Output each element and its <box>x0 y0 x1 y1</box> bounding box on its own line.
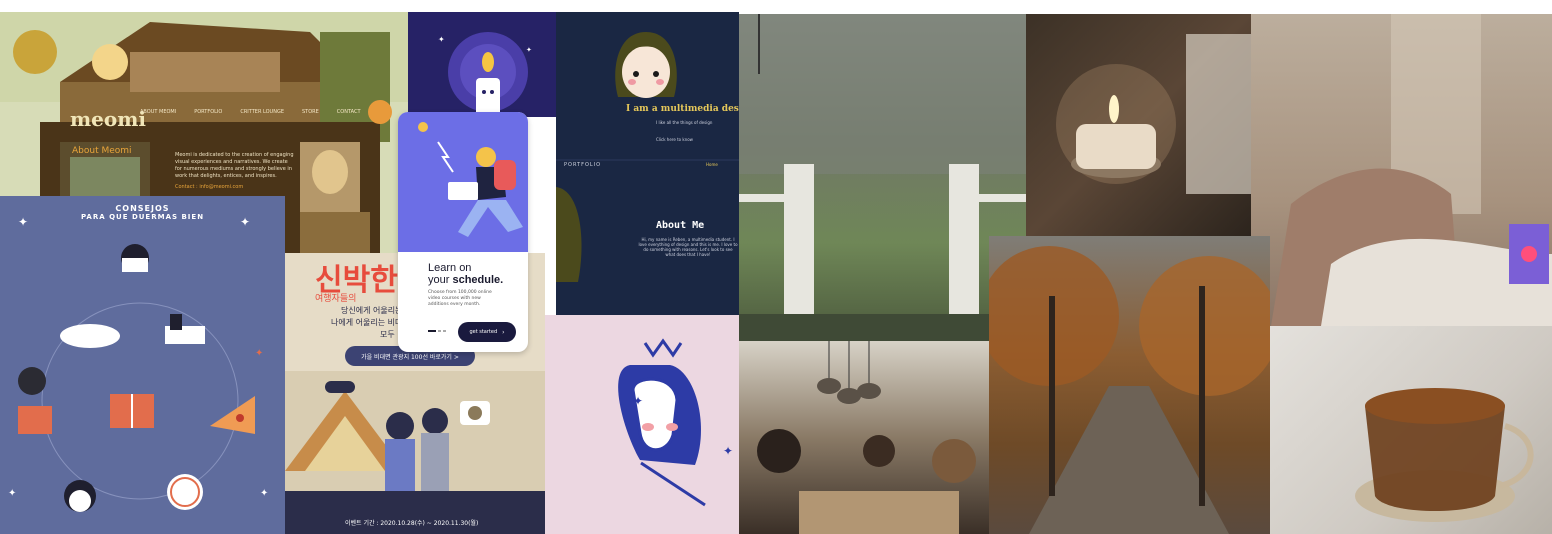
svg-text:✦: ✦ <box>438 35 445 44</box>
learn-pagination <box>428 330 446 332</box>
pagination-dot-active[interactable] <box>428 330 436 332</box>
photo-autumn-road <box>989 236 1270 534</box>
designer-home-link[interactable]: Home <box>706 162 718 167</box>
svg-text:✦: ✦ <box>633 394 643 408</box>
svg-text:✦: ✦ <box>255 348 263 359</box>
dinner-overlay <box>757 341 976 534</box>
get-started-button[interactable]: get started › <box>458 322 516 342</box>
designer-about-title: About Me <box>656 220 705 231</box>
meomi-nav-item[interactable]: CRITTER LOUNGE <box>240 109 284 115</box>
svg-text:✦: ✦ <box>8 488 16 499</box>
korean-dates: 이벤트 기간 : 2020.10.28(수) ~ 2020.11.30(월) <box>345 520 479 527</box>
svg-text:✦: ✦ <box>18 215 28 229</box>
photo-bedroom-laptop <box>1251 14 1552 326</box>
photo-rainy-porch <box>739 14 1026 341</box>
meomi-about-title: About Meomi <box>72 146 132 156</box>
meomi-contact[interactable]: Contact : info@meomi.com <box>175 184 243 190</box>
candle-icon: ✦ ✦ <box>438 32 532 117</box>
sleep-tips-illustration: ✦ ✦ ✦ ✦ ✦ <box>8 215 268 512</box>
arrow-right-icon: › <box>502 328 505 336</box>
meomi-nav-item[interactable]: CONTACT <box>337 109 361 115</box>
meomi-nav: ABOUT MEOMI PORTFOLIO CRITTER LOUNGE STO… <box>140 109 361 115</box>
designer-about-text: Hi, my name is Reben, a multimedia stude… <box>638 237 738 257</box>
svg-text:✦: ✦ <box>526 46 532 54</box>
meomi-nav-item[interactable]: PORTFOLIO <box>194 109 222 115</box>
pink-face-illustration-tile: ✦ ✦ <box>545 315 739 534</box>
svg-text:✦: ✦ <box>260 488 268 499</box>
learn-title-emphasis: schedule. <box>452 274 504 286</box>
designer-know-link[interactable]: Click here to know <box>656 137 693 142</box>
pagination-dot[interactable] <box>438 330 441 332</box>
blue-woman-face: ✦ ✦ <box>618 338 733 507</box>
porch-overlay <box>739 14 1026 341</box>
get-started-label: get started <box>469 329 498 335</box>
designer-portfolio-label[interactable]: PORTFOLIO <box>564 162 601 168</box>
svg-text:✦: ✦ <box>723 444 733 458</box>
learn-app-card-tile: Learn on your schedule. Choose from 100,… <box>398 112 528 352</box>
korean-cta-label: 가을 비대면 관광지 100선 바로가기 > <box>361 353 459 361</box>
pagination-dot[interactable] <box>443 330 446 332</box>
tea-overlay <box>1355 388 1534 522</box>
photo-candle <box>1026 14 1251 236</box>
photo-tea-cup <box>1270 326 1552 534</box>
candle-dark-tile: ✦ ✦ <box>408 12 556 117</box>
learn-title-line2: your schedule. <box>428 274 503 286</box>
designer-headline: I am a multimedia designer <box>626 104 739 114</box>
meomi-logo[interactable]: meomi <box>70 107 146 131</box>
candle-glow <box>1056 34 1251 194</box>
meomi-about-text: Meomi is dedicated to the creation of en… <box>175 152 294 179</box>
hikers-illustration <box>285 371 545 534</box>
svg-text:✦: ✦ <box>240 215 250 229</box>
meomi-nav-item[interactable]: STORE <box>302 109 319 115</box>
korean-line3: 모두 <box>380 330 395 339</box>
learn-title-line1: Learn on <box>428 262 472 274</box>
learn-body: Choose from 100,000 online video courses… <box>428 290 492 307</box>
korean-subtitle: 여행자들의 <box>315 294 357 304</box>
autumn-overlay <box>989 246 1270 534</box>
bedroom-overlay <box>1271 14 1552 326</box>
photo-dinner-friends <box>739 341 989 534</box>
sleep-tips-infographic-tile: CONSEJOS PARA QUE DUERMAS BIEN ✦ ✦ ✦ ✦ ✦ <box>0 196 285 534</box>
learn-student-illustration <box>418 122 523 237</box>
designer-portfolio-tile: I am a multimedia designer I like all th… <box>556 12 739 315</box>
learn-title-prefix: your <box>428 274 453 286</box>
meomi-nav-item[interactable]: ABOUT MEOMI <box>140 109 176 115</box>
designer-sub: I like all the things of design <box>656 120 713 125</box>
